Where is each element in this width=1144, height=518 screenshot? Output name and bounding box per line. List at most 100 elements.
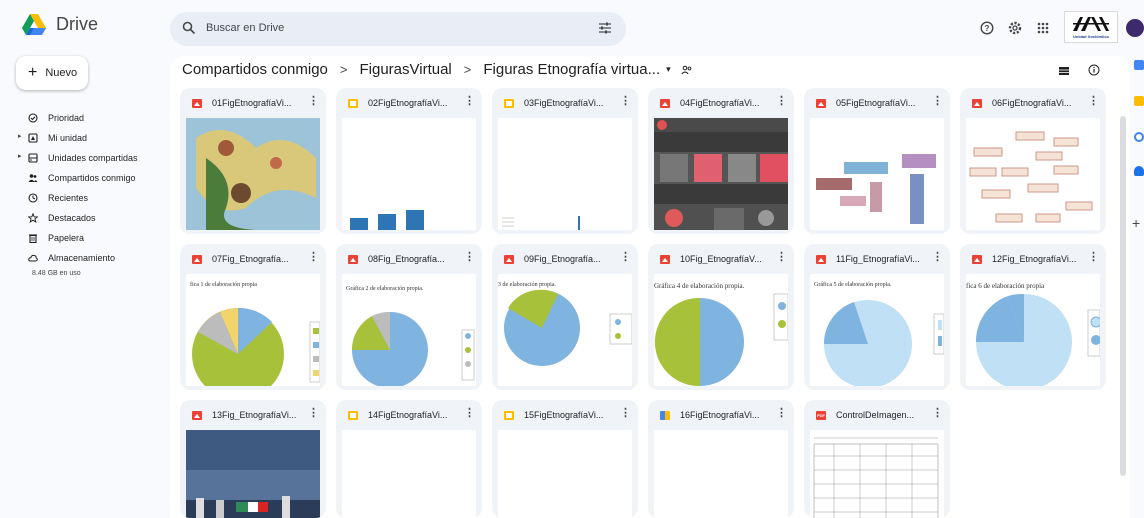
settings-gear-icon[interactable] [1004,17,1026,39]
thumbnail-caption: Gráfica 5 de elaboración propia. [814,282,892,288]
more-options-icon[interactable]: ⋮ [776,252,787,263]
file-card[interactable]: 15FigEtnografíaVi... ⋮ [492,400,638,518]
more-options-icon[interactable]: ⋮ [308,96,319,107]
file-name: 05FigEtnografíaVi... [836,98,916,108]
more-options-icon[interactable]: ⋮ [620,252,631,263]
sidebar-item-trash[interactable]: Papelera [0,228,170,248]
sidebar-item-label: Recientes [48,193,89,203]
new-button[interactable]: + Nuevo [16,56,88,90]
more-options-icon[interactable]: ⋮ [464,96,475,107]
file-thumbnail: Gráfica 4 de elaboración propia. [654,274,788,386]
more-options-icon[interactable]: ⋮ [308,408,319,419]
file-card[interactable]: 14FigEtnografíaVi... ⋮ [336,400,482,518]
drive-logo-icon [22,14,46,35]
file-card[interactable]: 04FigEtnografíaVi... ⋮ [648,88,794,234]
search-bar[interactable]: Buscar en Drive [170,12,626,46]
file-name: 10Fig_EtnografíaV... [680,254,762,264]
contacts-icon[interactable] [1134,166,1144,176]
more-options-icon[interactable]: ⋮ [1088,252,1099,263]
sidebar-item-shared-with-me[interactable]: Compartidos conmigo [0,168,170,188]
sidebar-item-label: Mi unidad [48,133,88,143]
search-options-icon[interactable] [598,21,612,35]
image-file-icon [816,99,826,108]
more-options-icon[interactable]: ⋮ [932,408,943,419]
side-panel: + [1130,56,1144,518]
chevron-down-icon[interactable]: ▾ [666,64,671,75]
file-thumbnail [966,118,1100,230]
account-avatar[interactable] [1124,17,1144,39]
search-icon[interactable] [182,21,196,35]
file-thumbnail [810,430,944,518]
more-options-icon[interactable]: ⋮ [1088,96,1099,107]
file-name: 01FigEtnografíaVi... [212,98,292,108]
thumbnail-caption: fica 1 de elaboración propia [190,282,257,288]
apps-grid-icon[interactable] [1032,17,1054,39]
image-file-icon [192,255,202,264]
sidebar-item-label: Almacenamiento [48,253,116,263]
file-card[interactable]: 05FigEtnografíaVi... ⋮ [804,88,950,234]
shared-folder-icon[interactable] [681,65,693,75]
organization-logo[interactable]: Unidad Xochimilco [1064,11,1118,43]
more-options-icon[interactable]: ⋮ [620,96,631,107]
breadcrumb-separator: > [339,62,348,77]
shared-drives-icon [28,153,38,163]
file-thumbnail [186,430,320,518]
sidebar-item-my-drive[interactable]: ▸ Mi unidad [0,128,170,148]
image-file-icon [816,255,826,264]
file-name: 14FigEtnografíaVi... [368,410,448,420]
file-card[interactable]: 07Fig_Etnografía... ⋮ fica 1 de elaboraci… [180,244,326,390]
image-file-icon [192,99,202,108]
more-options-icon[interactable]: ⋮ [464,408,475,419]
more-options-icon[interactable]: ⋮ [776,408,787,419]
file-card[interactable]: 03FigEtnografíaVi... ⋮ [492,88,638,234]
file-card[interactable]: 12Fig_EtnografíaVi... ⋮ fica 6 de elabora… [960,244,1106,390]
sidebar-item-shared-drives[interactable]: ▸ Unidades compartidas [0,148,170,168]
breadcrumb-separator: > [463,62,472,77]
file-card[interactable]: 02FigEtnografíaVi... ⋮ [336,88,482,234]
more-options-icon[interactable]: ⋮ [308,252,319,263]
file-card[interactable]: 13Fig_EtnografíaVi... ⋮ [180,400,326,518]
breadcrumb-item-shared-with-me[interactable]: Compartidos conmigo [182,61,328,78]
app-title: Drive [56,14,99,34]
calendar-icon[interactable] [1134,60,1144,70]
file-thumbnail [342,430,476,518]
file-card[interactable]: 06FigEtnografíaVi... ⋮ [960,88,1106,234]
sidebar-item-starred[interactable]: Destacados [0,208,170,228]
help-icon[interactable]: ? [976,17,998,39]
thumbnail-caption: Gráfica 2 de elaboración propia. [346,286,424,292]
more-options-icon[interactable]: ⋮ [932,252,943,263]
file-thumbnail: fica 6 de elaboración propia [966,274,1100,386]
keep-icon[interactable] [1134,96,1144,106]
file-name: ControlDeImagen... [836,410,915,420]
file-card[interactable]: 09Fig_Etnografía... ⋮ 3 de elaboración pr… [492,244,638,390]
expand-caret-icon[interactable]: ▸ [18,152,22,160]
slides-file-icon [348,99,358,108]
more-options-icon[interactable]: ⋮ [932,96,943,107]
more-options-icon[interactable]: ⋮ [776,96,787,107]
add-addon-icon[interactable]: + [1132,216,1140,230]
file-card[interactable]: 01FigEtnografíaVi... ⋮ [180,88,326,234]
tasks-icon[interactable] [1134,132,1144,142]
vertical-scrollbar[interactable] [1120,116,1126,476]
list-view-icon[interactable] [1058,66,1070,76]
sidebar-item-storage[interactable]: Almacenamiento [0,248,170,268]
file-card[interactable]: 08Fig_Etnografía... ⋮ Gráfica 2 de elabor… [336,244,482,390]
expand-caret-icon[interactable]: ▸ [18,132,22,140]
image-file-icon [192,411,202,420]
drive-logo[interactable]: Drive [22,14,98,35]
file-card[interactable]: 11Fig_EtnografíaVi... ⋮ Gráfica 5 de elab… [804,244,950,390]
sidebar-item-recent[interactable]: Recientes [0,188,170,208]
sidebar-item-priority[interactable]: Prioridad [0,108,170,128]
file-card[interactable]: 10Fig_EtnografíaV... ⋮ Gráfica 4 de elabo… [648,244,794,390]
more-options-icon[interactable]: ⋮ [620,408,631,419]
breadcrumb-item-current-folder[interactable]: Figuras Etnografía virtua... [483,61,660,78]
new-button-label: Nuevo [45,67,78,79]
search-input[interactable]: Buscar en Drive [206,22,284,34]
uam-logo-icon [1073,17,1109,31]
info-icon[interactable] [1088,64,1100,76]
more-options-icon[interactable]: ⋮ [464,252,475,263]
slides-file-icon [348,411,358,420]
file-card[interactable]: PDF ControlDeImagen... ⋮ [804,400,950,518]
file-card[interactable]: 16FigEtnografíaVi... ⋮ [648,400,794,518]
breadcrumb-item-figuras-virtual[interactable]: FigurasVirtual [360,61,452,78]
